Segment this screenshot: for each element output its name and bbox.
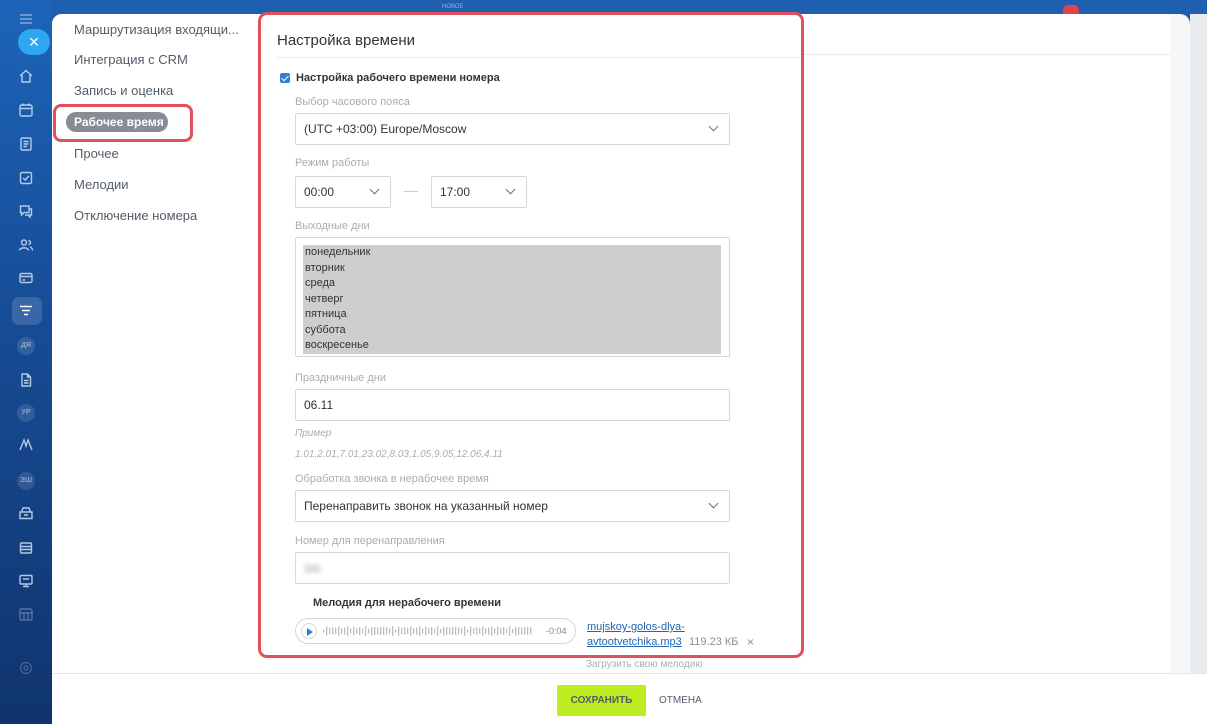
card-icon[interactable] — [18, 270, 34, 286]
work-time-checkbox[interactable] — [280, 73, 290, 83]
waveform — [323, 626, 532, 636]
top-tag: НОВОЕ — [442, 4, 464, 10]
footer-bar: СОХРАНИТЬ ОТМЕНА — [52, 673, 1207, 724]
document-icon[interactable] — [18, 136, 34, 152]
work-time-checkbox-label[interactable]: Настройка рабочего времени номера — [296, 72, 500, 84]
holidays-input[interactable]: 06.11 — [295, 389, 730, 421]
day-option[interactable]: воскресенье — [303, 338, 721, 354]
remove-melody-button[interactable]: × — [747, 635, 754, 649]
holidays-value: 06.11 — [304, 398, 334, 412]
work-to-select[interactable]: 17:00 — [431, 176, 527, 208]
day-option[interactable]: суббота — [303, 323, 721, 339]
calendar-icon[interactable] — [18, 102, 34, 118]
day-option[interactable]: вторник — [303, 261, 721, 277]
redirect-number-input[interactable]: 101 — [295, 552, 730, 584]
tools-icon[interactable] — [18, 437, 34, 453]
chevron-down-icon — [708, 498, 719, 509]
sidebar-item-recording[interactable]: Запись и оценка — [74, 83, 173, 98]
after-hours-label: Обработка звонка в нерабочее время — [295, 473, 489, 485]
day-option[interactable]: среда — [303, 276, 721, 292]
title-divider — [277, 57, 801, 58]
audio-player[interactable]: -0:04 — [295, 618, 576, 644]
play-icon[interactable] — [301, 623, 317, 639]
day-option[interactable]: понедельник — [303, 245, 721, 261]
file-icon[interactable] — [18, 372, 34, 388]
time-range-dash — [404, 191, 418, 192]
settings-sidebar: Маршрутизация входящи... Интеграция с CR… — [52, 14, 260, 674]
rail-badge-1[interactable]: ДЯ — [17, 337, 35, 355]
days-off-label: Выходные дни — [295, 220, 370, 232]
tasks-icon[interactable] — [18, 170, 34, 186]
timezone-label: Выбор часового пояса — [295, 96, 410, 108]
days-off-list: понедельник вторник среда четверг пятниц… — [303, 245, 721, 354]
time-settings-form: Настройка времени Настройка рабочего вре… — [258, 12, 804, 658]
storage-icon[interactable] — [18, 505, 34, 521]
audio-duration: -0:04 — [546, 626, 567, 636]
settings-icon[interactable] — [18, 660, 34, 676]
chevron-down-icon — [505, 184, 516, 195]
hamburger-menu-icon[interactable] — [20, 14, 32, 24]
timezone-select[interactable]: (UTC +03:00) Europe/Moscow — [295, 113, 730, 145]
monitor-icon[interactable] — [18, 573, 34, 589]
left-nav-rail: × ДЯ УР ЭШ — [0, 0, 52, 724]
melody-file-size: 119.23 КБ — [689, 636, 739, 648]
work-from-select[interactable]: 00:00 — [295, 176, 391, 208]
home-icon[interactable] — [18, 68, 34, 84]
rail-badge-2[interactable]: УР — [17, 404, 35, 422]
sidebar-item-melodies[interactable]: Мелодии — [74, 177, 129, 192]
melody-title: Мелодия для нерабочего времени — [313, 597, 502, 609]
users-icon[interactable] — [18, 237, 34, 253]
upload-melody-link[interactable]: Загрузить свою мелодию — [586, 659, 703, 670]
example-label: Пример — [295, 428, 332, 439]
redirect-label: Номер для перенаправления — [295, 535, 445, 547]
chat-icon[interactable] — [18, 203, 34, 219]
work-mode-label: Режим работы — [295, 157, 370, 169]
archive-icon[interactable] — [18, 540, 34, 556]
day-option[interactable]: четверг — [303, 292, 721, 308]
form-title: Настройка времени — [277, 32, 415, 49]
sidebar-item-crm[interactable]: Интеграция с CRM — [74, 52, 188, 67]
after-hours-value: Перенаправить звонок на указанный номер — [304, 499, 548, 513]
melody-file-link-2[interactable]: avtootvetchika.mp3 — [587, 636, 682, 648]
rail-badge-3[interactable]: ЭШ — [17, 472, 35, 490]
right-gutter — [1190, 14, 1207, 724]
chevron-down-icon — [369, 184, 380, 195]
cancel-button[interactable]: ОТМЕНА — [659, 685, 702, 716]
chevron-down-icon — [708, 121, 719, 132]
sidebar-item-routing[interactable]: Маршрутизация входящи... — [74, 22, 239, 37]
close-slider-button[interactable]: × — [18, 29, 50, 55]
after-hours-select[interactable]: Перенаправить звонок на указанный номер — [295, 490, 730, 522]
timezone-value: (UTC +03:00) Europe/Moscow — [304, 122, 467, 136]
save-button[interactable]: СОХРАНИТЬ — [557, 685, 646, 716]
day-option[interactable]: пятница — [303, 307, 721, 323]
sidebar-item-other[interactable]: Прочее — [74, 146, 119, 161]
example-value: 1.01,2.01,7.01,23.02,8.03,1.05,9.05,12.0… — [295, 449, 503, 460]
days-off-multiselect[interactable]: понедельник вторник среда четверг пятниц… — [295, 237, 730, 357]
notification-badge[interactable] — [1063, 5, 1079, 14]
sidebar-highlight-frame — [53, 104, 193, 142]
redirect-number-value: 101 — [304, 564, 321, 575]
work-to-value: 17:00 — [440, 185, 471, 199]
funnel-icon[interactable] — [18, 303, 34, 319]
sidebar-item-disable-number[interactable]: Отключение номера — [74, 208, 197, 223]
melody-file-link-1[interactable]: mujskoy-golos-dlya- — [587, 621, 685, 633]
grid-calendar-icon[interactable] — [18, 606, 34, 622]
holidays-label: Праздничные дни — [295, 372, 386, 384]
work-from-value: 00:00 — [304, 185, 335, 199]
